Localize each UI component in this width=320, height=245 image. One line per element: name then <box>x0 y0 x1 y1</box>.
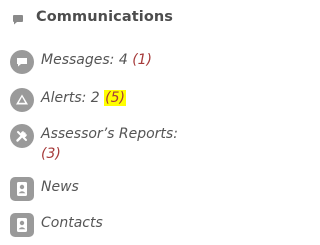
assessors-reports-label[interactable]: Assessor’s Reports: (3) <box>41 124 178 164</box>
messages-link[interactable]: Messages: 4 (1) <box>10 50 152 74</box>
wrench-icon <box>10 124 34 148</box>
assessors-reports-link[interactable]: Assessor’s Reports: (3) <box>10 124 178 164</box>
alerts-label[interactable]: Alerts: 2 (5) <box>41 88 126 108</box>
panel-header: Communications <box>12 9 173 25</box>
contact-card-icon <box>10 177 34 201</box>
alerts-unread-count: (5) <box>104 90 126 106</box>
contacts-label[interactable]: Contacts <box>41 213 103 233</box>
communications-panel: Communications Messages: 4 (1) Alerts: 2… <box>0 0 241 245</box>
news-label[interactable]: News <box>41 177 79 197</box>
warning-triangle-icon <box>10 88 34 112</box>
chat-bubble-icon <box>12 11 24 25</box>
assessors-reports-count: (3) <box>41 146 61 162</box>
messages-label[interactable]: Messages: 4 (1) <box>41 50 152 70</box>
messages-unread-count: (1) <box>132 52 153 68</box>
alerts-link[interactable]: Alerts: 2 (5) <box>10 88 126 112</box>
contacts-link[interactable]: Contacts <box>10 213 103 237</box>
news-link[interactable]: News <box>10 177 79 201</box>
chat-bubble-icon <box>10 50 34 74</box>
contact-card-icon <box>10 213 34 237</box>
panel-title: Communications <box>36 9 174 25</box>
